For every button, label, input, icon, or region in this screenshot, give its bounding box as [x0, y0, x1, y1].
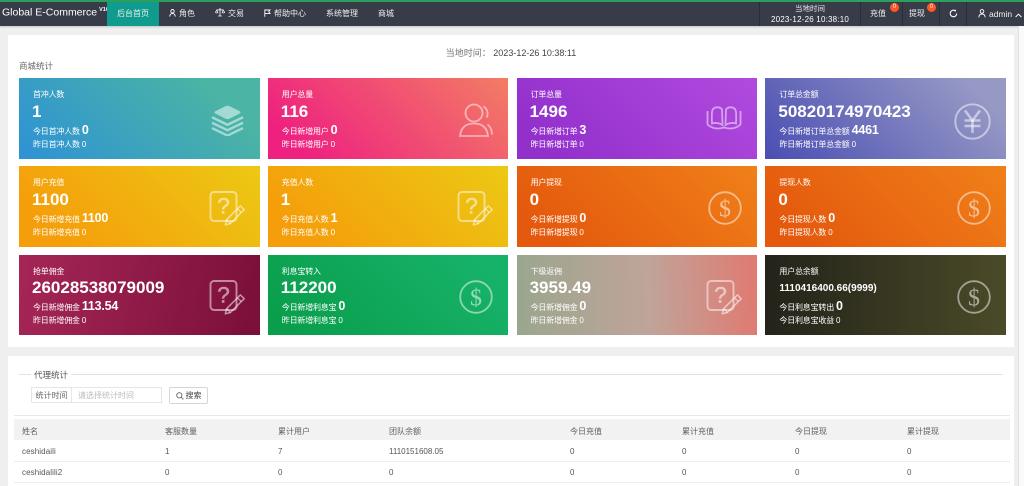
svg-text:?: ? — [466, 194, 479, 219]
svg-text:?: ? — [714, 282, 727, 307]
svg-text:$: $ — [968, 285, 980, 311]
svg-text:$: $ — [968, 197, 980, 223]
svg-text:$: $ — [719, 197, 731, 223]
svg-text:?: ? — [217, 282, 230, 307]
svg-text:$: $ — [470, 285, 482, 311]
svg-text:?: ? — [217, 194, 230, 219]
